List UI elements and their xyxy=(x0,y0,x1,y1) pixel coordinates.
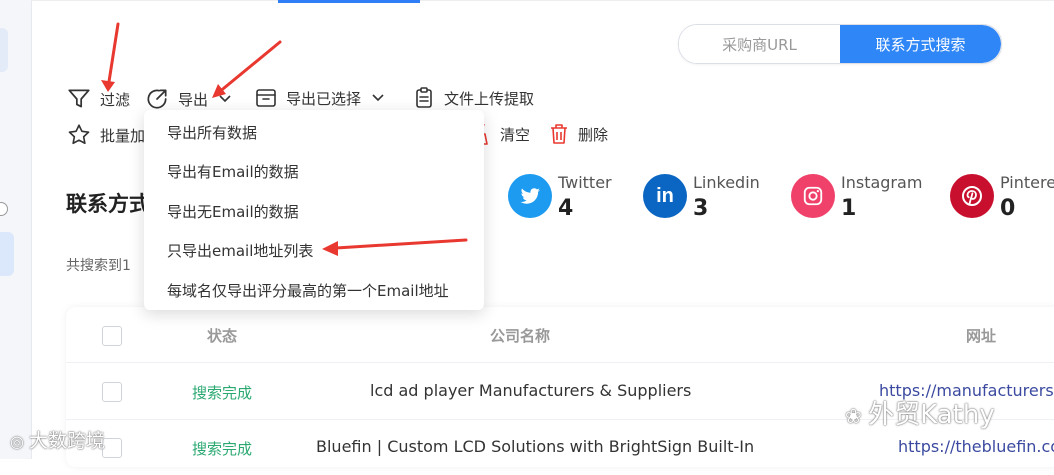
top-divider xyxy=(31,0,1054,1)
pinterest-stat[interactable]: Pintere 0 xyxy=(950,174,1054,221)
watermark-right: ❀ 外贸Kathy xyxy=(845,394,995,431)
twitter-stat[interactable]: Twitter 4 xyxy=(508,174,612,221)
delete-label: 删除 xyxy=(578,125,609,144)
section-title: 联系方式 xyxy=(66,192,150,216)
filter-icon xyxy=(68,89,90,108)
delete-button[interactable]: 删除 xyxy=(548,122,608,146)
url-header: 网址 xyxy=(966,327,997,345)
annotation-arrow xyxy=(106,22,120,90)
linkedin-stat[interactable]: in Linkedin 3 xyxy=(643,174,760,221)
export-top-email-per-domain-option[interactable]: 每域名仅导出评分最高的第一个Email地址 xyxy=(167,280,449,301)
export-selected-label: 导出已选择 xyxy=(286,89,362,108)
chevron-down-icon[interactable] xyxy=(371,91,385,105)
status-cell: 搜索完成 xyxy=(192,384,253,402)
url-link[interactable]: https://thebluefin.co xyxy=(898,437,1054,456)
instagram-icon xyxy=(791,174,835,218)
active-tab-indicator xyxy=(278,0,420,3)
linkedin-name: Linkedin xyxy=(693,173,760,192)
twitter-count: 4 xyxy=(558,196,574,221)
upload-extract-button[interactable]: 文件上传提取 xyxy=(412,86,534,110)
export-with-email-option[interactable]: 导出有Email的数据 xyxy=(167,161,299,182)
batch-add-button[interactable]: 批量加 xyxy=(66,122,145,148)
trash-icon xyxy=(551,124,567,144)
export-icon xyxy=(147,89,167,109)
company-header: 公司名称 xyxy=(490,327,551,345)
row-checkbox[interactable] xyxy=(102,382,122,402)
watermark-left-text: 大数跨境 xyxy=(29,430,106,452)
sidebar-collapse-icon[interactable] xyxy=(0,202,8,216)
archive-icon xyxy=(256,89,276,107)
company-cell: lcd ad player Manufacturers & Suppliers xyxy=(370,381,692,400)
watermark-left-logo-icon: ◎ xyxy=(10,432,30,451)
contact-search-tab[interactable]: 联系方式搜索 xyxy=(840,25,1001,63)
clipboard-icon xyxy=(416,87,432,108)
batch-add-label: 批量加 xyxy=(100,126,146,145)
star-icon xyxy=(68,124,90,145)
export-all-option[interactable]: 导出所有数据 xyxy=(167,122,257,143)
chevron-down-icon[interactable] xyxy=(218,92,232,106)
table-header: 状态 公司名称 网址 xyxy=(66,307,1054,363)
clear-label: 清空 xyxy=(500,125,531,144)
pinterest-name: Pintere xyxy=(1000,173,1054,192)
export-button[interactable]: 导出 xyxy=(144,86,232,112)
watermark-right-text: 外贸Kathy xyxy=(868,400,995,430)
pinterest-icon xyxy=(950,174,994,218)
linkedin-count: 3 xyxy=(693,196,709,221)
results-table: 状态 公司名称 网址 搜索完成 lcd ad player Manufactur… xyxy=(66,307,1054,467)
status-cell: 搜索完成 xyxy=(192,440,253,458)
instagram-name: Instagram xyxy=(841,173,923,192)
status-header: 状态 xyxy=(207,327,238,345)
linkedin-icon: in xyxy=(643,174,687,218)
instagram-stat[interactable]: Instagram 1 xyxy=(791,174,922,221)
pinterest-count: 0 xyxy=(1000,196,1016,221)
buyer-url-tab[interactable]: 采购商URL xyxy=(679,25,840,63)
mode-toggle: 采购商URL 联系方式搜索 xyxy=(678,24,1002,64)
export-label: 导出 xyxy=(178,90,209,109)
upload-extract-label: 文件上传提取 xyxy=(444,89,535,108)
left-sidebar xyxy=(0,0,32,459)
select-all-checkbox[interactable] xyxy=(102,326,122,346)
company-cell: Bluefin | Custom LCD Solutions with Brig… xyxy=(316,437,755,456)
export-email-list-option[interactable]: 只导出email地址列表 xyxy=(167,240,313,261)
filter-label: 过滤 xyxy=(100,90,131,109)
wechat-icon: ❀ xyxy=(845,404,869,428)
instagram-count: 1 xyxy=(841,196,857,221)
twitter-icon xyxy=(508,174,552,218)
export-selected-button[interactable]: 导出已选择 xyxy=(254,86,385,110)
sidebar-nav-item[interactable] xyxy=(0,28,8,72)
result-count: 共搜索到1 xyxy=(66,258,131,274)
export-without-email-option[interactable]: 导出无Email的数据 xyxy=(167,201,299,222)
twitter-name: Twitter xyxy=(558,173,612,192)
sidebar-nav-item-active[interactable] xyxy=(0,232,14,276)
export-dropdown-menu: 导出所有数据 导出有Email的数据 导出无Email的数据 只导出email地… xyxy=(144,110,484,310)
watermark-left: ◎ 大数跨境 xyxy=(10,426,105,453)
filter-button[interactable]: 过滤 xyxy=(66,86,130,112)
